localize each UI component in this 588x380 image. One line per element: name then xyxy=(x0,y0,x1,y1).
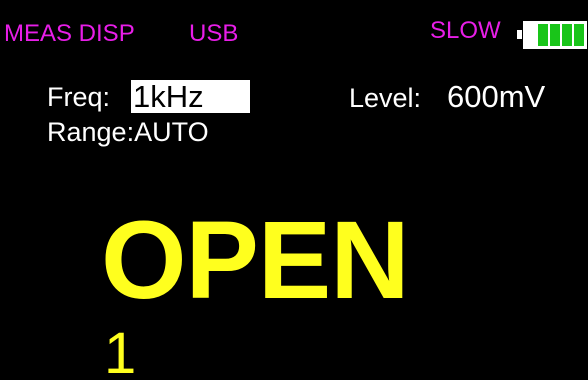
battery-cell xyxy=(562,24,572,46)
speed-label[interactable]: SLOW xyxy=(430,17,501,45)
mode-label[interactable]: MEAS DISP xyxy=(4,20,135,48)
battery-icon xyxy=(517,21,587,49)
battery-cell xyxy=(526,24,536,46)
range-setting[interactable]: Range:AUTO xyxy=(47,117,209,148)
level-label: Level: xyxy=(349,83,422,113)
battery-tip xyxy=(517,30,522,39)
interface-label[interactable]: USB xyxy=(189,20,238,48)
battery-cell xyxy=(550,24,560,46)
primary-reading: OPEN xyxy=(101,199,410,322)
level-value[interactable]: 600mV xyxy=(447,79,545,115)
battery-cell xyxy=(538,24,548,46)
lcr-meter-screen: MEAS DISP USB SLOW Freq: 1kHz Level: 600… xyxy=(0,0,588,380)
battery-body xyxy=(523,21,587,49)
freq-label: Freq: xyxy=(47,82,111,112)
battery-cell xyxy=(574,24,584,46)
secondary-reading: 1 xyxy=(104,321,137,380)
freq-field[interactable]: 1kHz xyxy=(131,80,250,113)
